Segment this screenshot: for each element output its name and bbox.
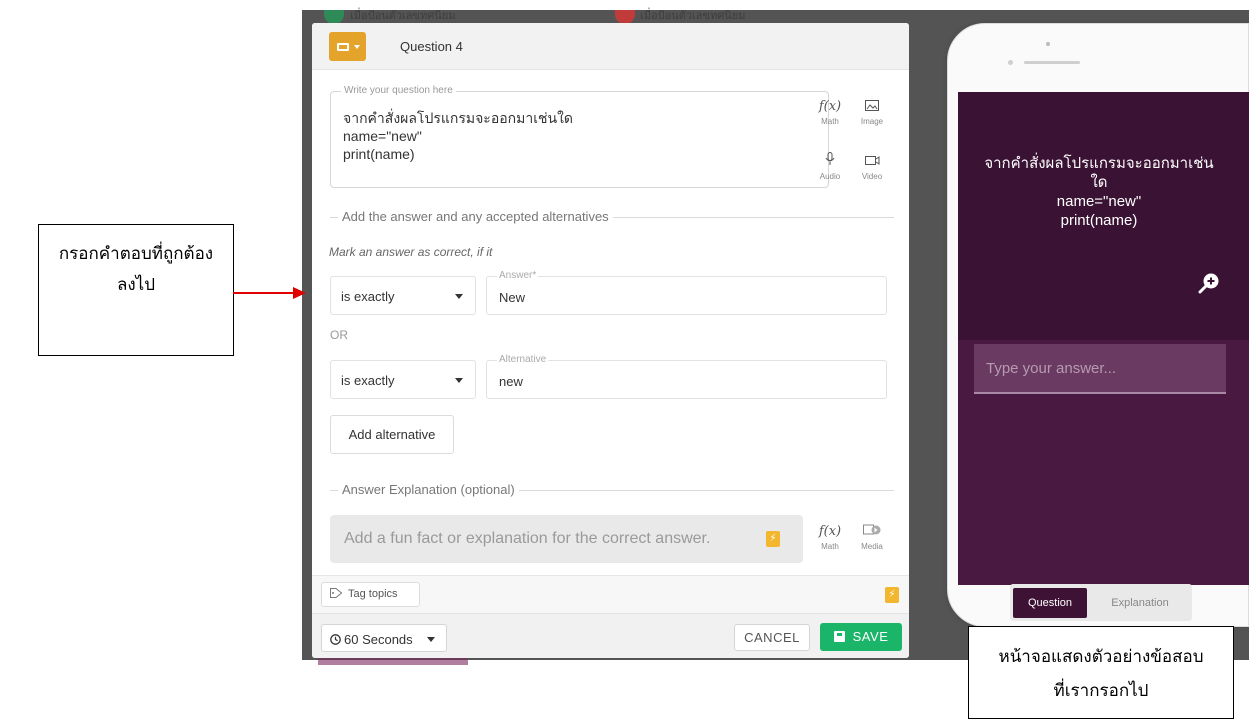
- question-input-legend: Write your question here: [341, 85, 456, 96]
- answer-value: New: [499, 290, 526, 305]
- option-dot-red: [615, 10, 635, 24]
- alternative-field-legend: Alternative: [497, 354, 549, 365]
- callout-preview-explanation: หน้าจอแสดงตัวอย่างข้อสอบ ที่เรากรอกไป: [968, 626, 1234, 719]
- add-alternative-button[interactable]: Add alternative: [330, 415, 454, 454]
- explanation-media-button[interactable]: Media: [852, 522, 892, 552]
- preview-question-text: จากคำสั่งผลโปรแกรมจะออกมาเช่น ใด name="n…: [984, 155, 1214, 229]
- match-type-value: is exactly: [341, 373, 395, 388]
- audio-tool-label: Audio: [819, 172, 841, 181]
- chevron-down-icon: [455, 294, 463, 299]
- text-box-icon: [337, 43, 349, 51]
- answer-field-legend: Answer*: [497, 270, 539, 281]
- tag-bar: Tag topics ⚡: [312, 575, 909, 613]
- alternative-value: new: [499, 374, 523, 389]
- match-type-value: is exactly: [341, 289, 395, 304]
- function-icon: f(x): [818, 524, 842, 539]
- function-icon: f(x): [818, 99, 842, 114]
- mic-icon: [810, 152, 850, 172]
- save-button[interactable]: SAVE: [820, 623, 902, 651]
- question-title: Question 4: [400, 39, 463, 54]
- image-tool-label: Image: [860, 117, 884, 126]
- or-separator: OR: [330, 328, 348, 342]
- page: เมื่อป้อนตัวเลขทศนิยม เมื่อป้อนตัวเลขทศน…: [0, 0, 1249, 719]
- preview-answer-input[interactable]: Type your answer...: [974, 344, 1226, 394]
- peek-option-left: เมื่อป้อนตัวเลขทศนิยม: [350, 9, 456, 22]
- clock-icon: [330, 634, 341, 645]
- chevron-down-icon: [427, 637, 435, 642]
- image-icon: [852, 97, 892, 117]
- tag-topics-label: Tag topics: [348, 588, 398, 600]
- match-type-select-1[interactable]: is exactly: [330, 276, 476, 315]
- save-label: SAVE: [852, 629, 889, 644]
- math-tool-button[interactable]: f(x) Math: [810, 97, 850, 127]
- callout-arrow-head: [293, 287, 306, 299]
- explanation-input[interactable]: Add a fun fact or explanation for the co…: [330, 515, 803, 563]
- callout-arrow-line: [233, 292, 295, 294]
- time-limit-select[interactable]: 60 Seconds: [321, 624, 447, 652]
- zoom-in-icon[interactable]: [1198, 272, 1220, 294]
- question-editor: Question 4 Write your question here จากค…: [312, 23, 909, 658]
- media-icon: [852, 522, 892, 542]
- question-type-button[interactable]: [329, 32, 366, 61]
- video-tool-label: Video: [861, 172, 883, 181]
- preview-tabs: Question Explanation: [1010, 584, 1192, 621]
- time-limit-value: 60 Seconds: [330, 632, 413, 647]
- question-text[interactable]: จากคำสั่งผลโปรแกรมจะออกมาเช่นใด name="ne…: [343, 109, 573, 163]
- lightning-icon[interactable]: ⚡: [766, 531, 780, 547]
- mark-correct-hint: Mark an answer as correct, if it: [329, 245, 493, 259]
- speaker-grille: [1024, 61, 1080, 64]
- background-pill: [318, 657, 468, 665]
- chevron-down-icon: [354, 45, 360, 49]
- sensor-dot: [1008, 60, 1013, 65]
- callout-answer-instruction: กรอกคำตอบที่ถูกต้อง ลงไป: [38, 224, 234, 356]
- phone-preview: จากคำสั่งผลโปรแกรมจะออกมาเช่น ใด name="n…: [947, 23, 1249, 627]
- editor-footer: 60 Seconds CANCEL SAVE: [312, 613, 909, 658]
- background-options-peek: เมื่อป้อนตัวเลขทศนิยม เมื่อป้อนตัวเลขทศน…: [310, 9, 910, 24]
- explanation-math-button[interactable]: f(x) Math: [810, 522, 850, 552]
- tab-question[interactable]: Question: [1013, 588, 1087, 618]
- explanation-section-title: Answer Explanation (optional): [338, 482, 519, 497]
- chevron-down-icon: [455, 378, 463, 383]
- tab-explanation[interactable]: Explanation: [1092, 588, 1188, 618]
- editor-header: Question 4: [312, 23, 909, 70]
- image-tool-button[interactable]: Image: [852, 97, 892, 127]
- video-tool-button[interactable]: Video: [852, 152, 892, 182]
- cancel-button[interactable]: CANCEL: [734, 624, 810, 651]
- alternative-field[interactable]: Alternative new: [486, 354, 887, 399]
- option-dot-green: [324, 10, 344, 24]
- lightning-icon[interactable]: ⚡: [885, 587, 899, 603]
- peek-option-right: เมื่อป้อนตัวเลขทศนิยม: [640, 9, 746, 22]
- audio-tool-button[interactable]: Audio: [810, 152, 850, 182]
- video-icon: [852, 152, 892, 172]
- preview-question-panel: จากคำสั่งผลโปรแกรมจะออกมาเช่น ใด name="n…: [958, 92, 1249, 340]
- answers-section-title: Add the answer and any accepted alternat…: [338, 209, 613, 224]
- camera-icon: [1046, 42, 1050, 46]
- tag-icon: [330, 588, 343, 598]
- preview-answer-placeholder: Type your answer...: [986, 360, 1117, 377]
- tag-topics-button[interactable]: Tag topics: [321, 582, 420, 607]
- match-type-select-2[interactable]: is exactly: [330, 360, 476, 399]
- math-tool-label: Math: [821, 117, 839, 126]
- save-disk-icon: [833, 631, 845, 642]
- time-limit-label: 60 Seconds: [344, 632, 413, 647]
- question-input[interactable]: Write your question here จากคำสั่งผลโปรแ…: [330, 85, 829, 188]
- explanation-media-label: Media: [861, 542, 883, 551]
- explanation-placeholder: Add a fun fact or explanation for the co…: [344, 530, 711, 547]
- explanation-math-label: Math: [821, 542, 839, 551]
- answer-field[interactable]: Answer* New: [486, 270, 887, 315]
- preview-screen: จากคำสั่งผลโปรแกรมจะออกมาเช่น ใด name="n…: [958, 92, 1249, 585]
